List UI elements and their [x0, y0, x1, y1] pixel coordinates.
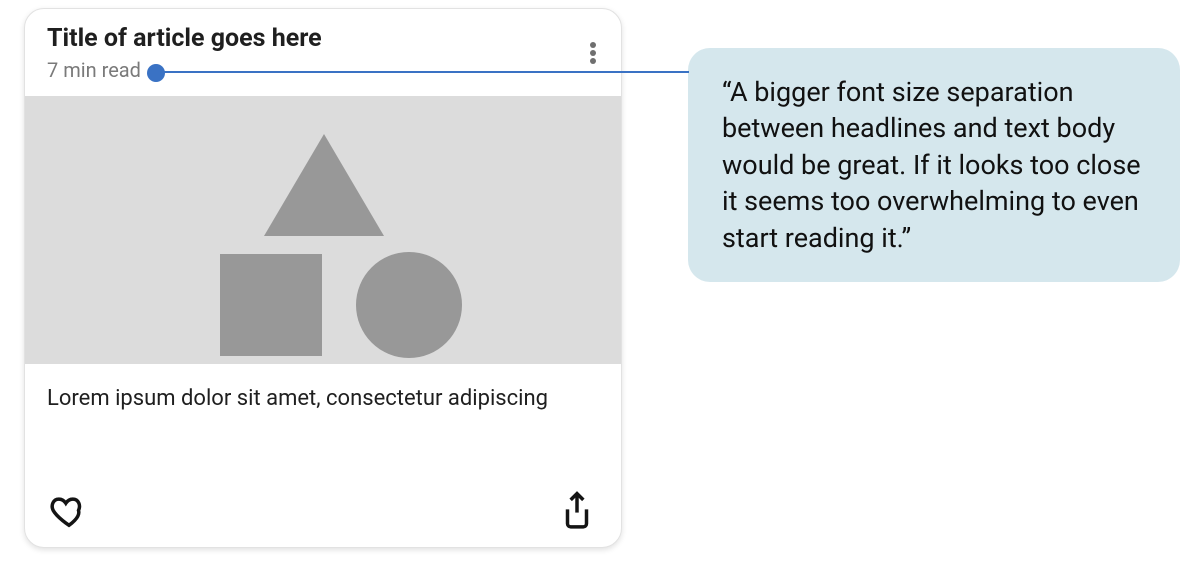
article-card: Title of article goes here 7 min read Lo… [24, 8, 622, 548]
article-title: Title of article goes here [47, 23, 559, 54]
share-button[interactable] [555, 489, 599, 533]
card-header: Title of article goes here 7 min read [25, 9, 621, 92]
article-excerpt: Lorem ipsum dolor sit amet, consectetur … [25, 364, 621, 414]
annotation-connector [155, 71, 689, 74]
card-footer [25, 483, 621, 547]
more-button[interactable] [571, 31, 615, 75]
feedback-callout: “A bigger font size separation between h… [688, 48, 1180, 282]
more-vertical-icon [590, 40, 596, 66]
shapes-placeholder-icon [25, 96, 622, 364]
like-button[interactable] [47, 489, 91, 533]
hero-image-placeholder [25, 96, 621, 364]
share-icon [558, 490, 596, 532]
heart-icon [50, 492, 88, 530]
